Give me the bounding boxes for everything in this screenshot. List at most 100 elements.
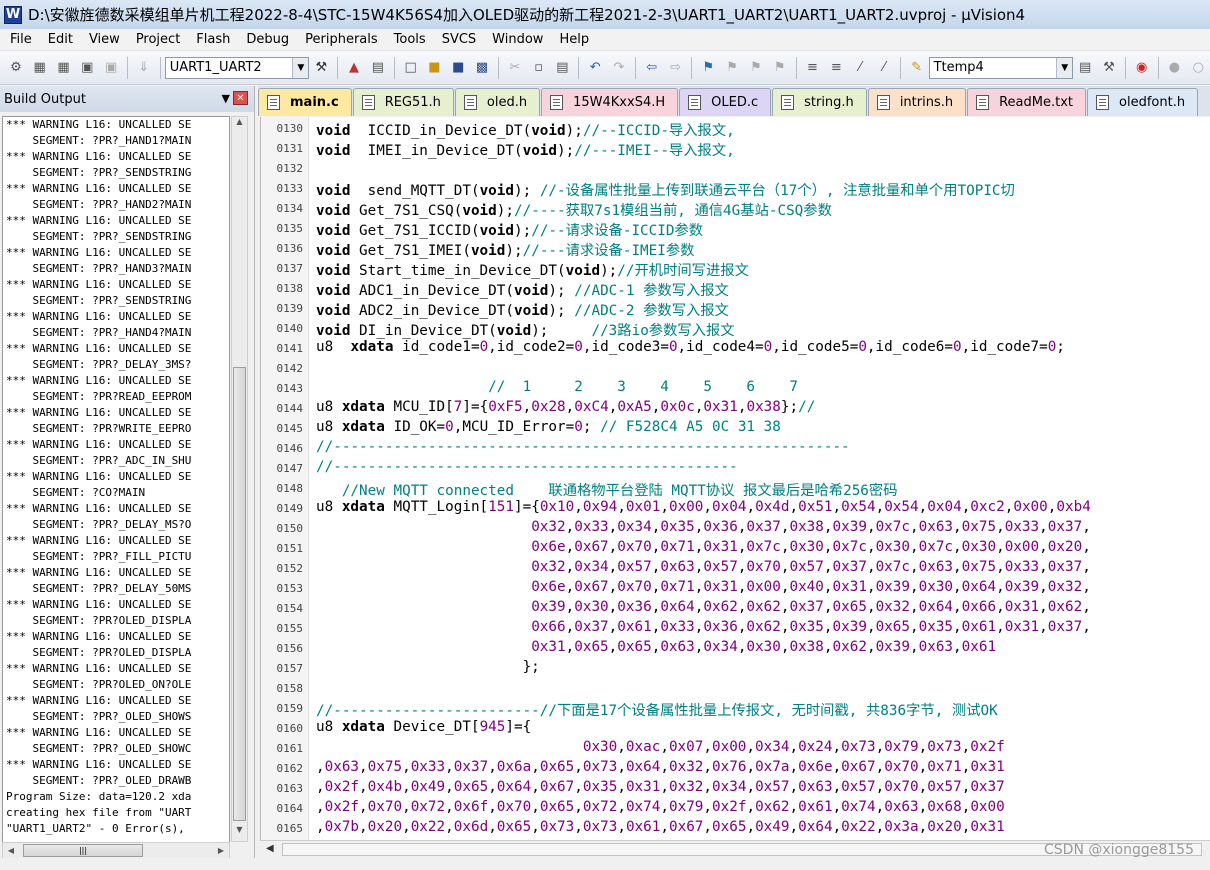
tab-intrins-h[interactable]: intrins.h	[867, 88, 967, 116]
target-options-icon[interactable]: ⚒	[310, 57, 332, 79]
tab-readme-txt[interactable]: ReadMe.txt	[967, 88, 1087, 116]
code-line: 0157 };	[261, 658, 1210, 678]
scroll-down-icon[interactable]: ▼	[232, 825, 247, 841]
line-number: 0144	[276, 402, 304, 415]
menu-project[interactable]: Project	[128, 32, 188, 47]
code-line: 0162 ,0x63,0x75,0x33,0x37,0x6a,0x65,0x73,…	[261, 758, 1210, 778]
menu-edit[interactable]: Edit	[40, 32, 81, 47]
find-select[interactable]: Ttemp4 ▼	[928, 56, 1074, 79]
enable-breakpoint-icon[interactable]: ○	[1187, 57, 1209, 79]
save-icon[interactable]: ■	[447, 57, 469, 79]
code-text: ,0x63,0x75,0x33,0x37,0x6a,0x65,0x73,0x64…	[316, 759, 1005, 775]
build-icon[interactable]: ▦	[29, 57, 51, 79]
build-output-line: *** WARNING L16: UNCALLED SE	[6, 150, 192, 163]
hscroll-thumb[interactable]: |||	[23, 844, 143, 857]
insert-breakpoint-icon[interactable]: ●	[1164, 57, 1186, 79]
file-icon	[361, 95, 375, 110]
scroll-up-icon[interactable]: ▲	[232, 117, 247, 133]
build-output-line: SEGMENT: ?PR?_HAND2?MAIN	[6, 198, 192, 211]
cut-icon[interactable]: ✂	[504, 57, 526, 79]
uncomment-icon[interactable]: ⁄	[873, 57, 895, 79]
menu-window[interactable]: Window	[484, 32, 551, 47]
code-text: u8 xdata MQTT_Login[151]={0x10,0x94,0x01…	[316, 499, 1091, 515]
next-bookmark-icon[interactable]: ⚑	[745, 57, 767, 79]
save-all-icon[interactable]: ▩	[471, 57, 493, 79]
line-number: 0159	[276, 702, 304, 715]
build-output-vscrollbar[interactable]: ▲ ▼	[231, 116, 248, 842]
unindent-icon[interactable]: ≡	[825, 57, 847, 79]
line-number: 0164	[276, 802, 304, 815]
prev-bookmark-icon[interactable]: ⚑	[721, 57, 743, 79]
line-number: 0145	[276, 422, 304, 435]
scroll-left-icon[interactable]: ◀	[3, 843, 19, 858]
code-editor[interactable]: 0130 void ICCID_in_Device_DT(void);//--IC…	[260, 117, 1210, 840]
new-file-icon[interactable]: □	[400, 57, 422, 79]
tab-15w4kxxs4-h[interactable]: 15W4KxxS4.H	[541, 88, 679, 116]
build-output-text[interactable]: *** WARNING L16: UNCALLED SE SEGMENT: ?P…	[2, 116, 230, 856]
stop-build-icon[interactable]: ▣	[100, 57, 122, 79]
clear-bookmarks-icon[interactable]: ⚑	[769, 57, 791, 79]
build-output-line: *** WARNING L16: UNCALLED SE	[6, 758, 192, 771]
navigate-forward-icon[interactable]: ⇨	[665, 57, 687, 79]
scroll-right-icon[interactable]: ▶	[213, 843, 229, 858]
code-line: 0152 0x32,0x34,0x57,0x63,0x57,0x70,0x57,…	[261, 558, 1210, 578]
close-icon[interactable]: ✕	[233, 91, 248, 105]
code-line: 0161 0x30,0xac,0x07,0x00,0x34,0x24,0x73,…	[261, 738, 1210, 758]
batch-build-icon[interactable]: ▣	[76, 57, 98, 79]
file-extensions-icon[interactable]: ▤	[367, 57, 389, 79]
line-number: 0132	[276, 162, 304, 175]
rebuild-icon[interactable]: ▦	[53, 57, 75, 79]
code-line: 0160 u8 xdata Device_DT[945]={	[261, 718, 1210, 738]
menu-debug[interactable]: Debug	[238, 32, 297, 47]
menu-file[interactable]: File	[2, 32, 40, 47]
code-text: ,0x2f,0x4b,0x49,0x65,0x64,0x67,0x35,0x31…	[316, 779, 1005, 795]
tab-main-c[interactable]: main.c	[258, 88, 352, 116]
code-text: 0x31,0x65,0x65,0x63,0x34,0x30,0x38,0x62,…	[531, 639, 997, 655]
menu-view[interactable]: View	[81, 32, 128, 47]
tab-oled-c[interactable]: OLED.c	[679, 88, 772, 116]
indent-icon[interactable]: ≡	[802, 57, 824, 79]
find-in-files-icon[interactable]: ✎	[906, 57, 928, 79]
line-number: 0138	[276, 282, 304, 295]
redo-icon[interactable]: ↷	[608, 57, 630, 79]
paste-icon[interactable]: ▤	[552, 57, 574, 79]
chevron-down-icon[interactable]: ▼	[1056, 57, 1073, 78]
tab-reg51-h[interactable]: REG51.h	[352, 88, 454, 116]
undo-icon[interactable]: ↶	[584, 57, 606, 79]
menu-help[interactable]: Help	[551, 32, 597, 47]
bookmark-icon[interactable]: ⚑	[697, 57, 719, 79]
menu-flash[interactable]: Flash	[188, 32, 238, 47]
tab-oled-h[interactable]: oled.h	[454, 88, 541, 116]
comment-icon[interactable]: ⁄	[849, 57, 871, 79]
vscroll-thumb[interactable]	[233, 367, 246, 821]
code-text: //New MQTT connected 联通格物平台登陆 MQTT协议 报文最…	[341, 483, 898, 499]
code-line: 0141 u8 xdata id_code1=0,id_code2=0,id_co…	[261, 338, 1210, 358]
menu-peripherals[interactable]: Peripherals	[297, 32, 386, 47]
line-number: 0139	[276, 302, 304, 315]
code-text: u8 xdata Device_DT[945]={	[316, 719, 532, 735]
code-text: u8 xdata MCU_ID[7]={0xF5,0x28,0xC4,0xA5,…	[316, 399, 816, 415]
incremental-find-icon[interactable]: ⚒	[1098, 57, 1120, 79]
open-file-icon[interactable]: ■	[424, 57, 446, 79]
translate-icon[interactable]: ⚙	[5, 57, 27, 79]
toolbar: ⚙ ▦ ▦ ▣ ▣ ⇓ UART1_UART2 ▼ ⚒ ▲ ▤ □ ■ ■ ▩ …	[0, 51, 1210, 85]
target-select[interactable]: UART1_UART2 ▼	[164, 56, 310, 79]
tab-oledfont-h[interactable]: oledfont.h	[1087, 88, 1199, 116]
manage-components-icon[interactable]: ▲	[343, 57, 365, 79]
menu-tools[interactable]: Tools	[386, 32, 434, 47]
download-icon[interactable]: ⇓	[133, 57, 155, 79]
chevron-down-icon[interactable]: ▼	[292, 57, 309, 78]
build-output-line: *** WARNING L16: UNCALLED SE	[6, 118, 192, 131]
build-output-hscrollbar[interactable]: ◀ ||| ▶	[2, 842, 230, 859]
build-output-line: SEGMENT: ?PR?_DELAY_3MS?	[6, 358, 192, 371]
tab-string-h[interactable]: string.h	[772, 88, 867, 116]
code-line: 0154 0x39,0x30,0x36,0x64,0x62,0x62,0x37,…	[261, 598, 1210, 618]
tab-label: oledfont.h	[1119, 95, 1186, 110]
pin-icon[interactable]: ▼	[222, 92, 230, 105]
find-icon[interactable]: ▤	[1074, 57, 1096, 79]
debug-session-icon[interactable]: ◉	[1131, 57, 1153, 79]
menu-svcs[interactable]: SVCS	[434, 32, 484, 47]
copy-icon[interactable]: ▫	[528, 57, 550, 79]
navigate-back-icon[interactable]: ⇦	[641, 57, 663, 79]
scroll-left-icon[interactable]: ◀	[266, 843, 274, 854]
